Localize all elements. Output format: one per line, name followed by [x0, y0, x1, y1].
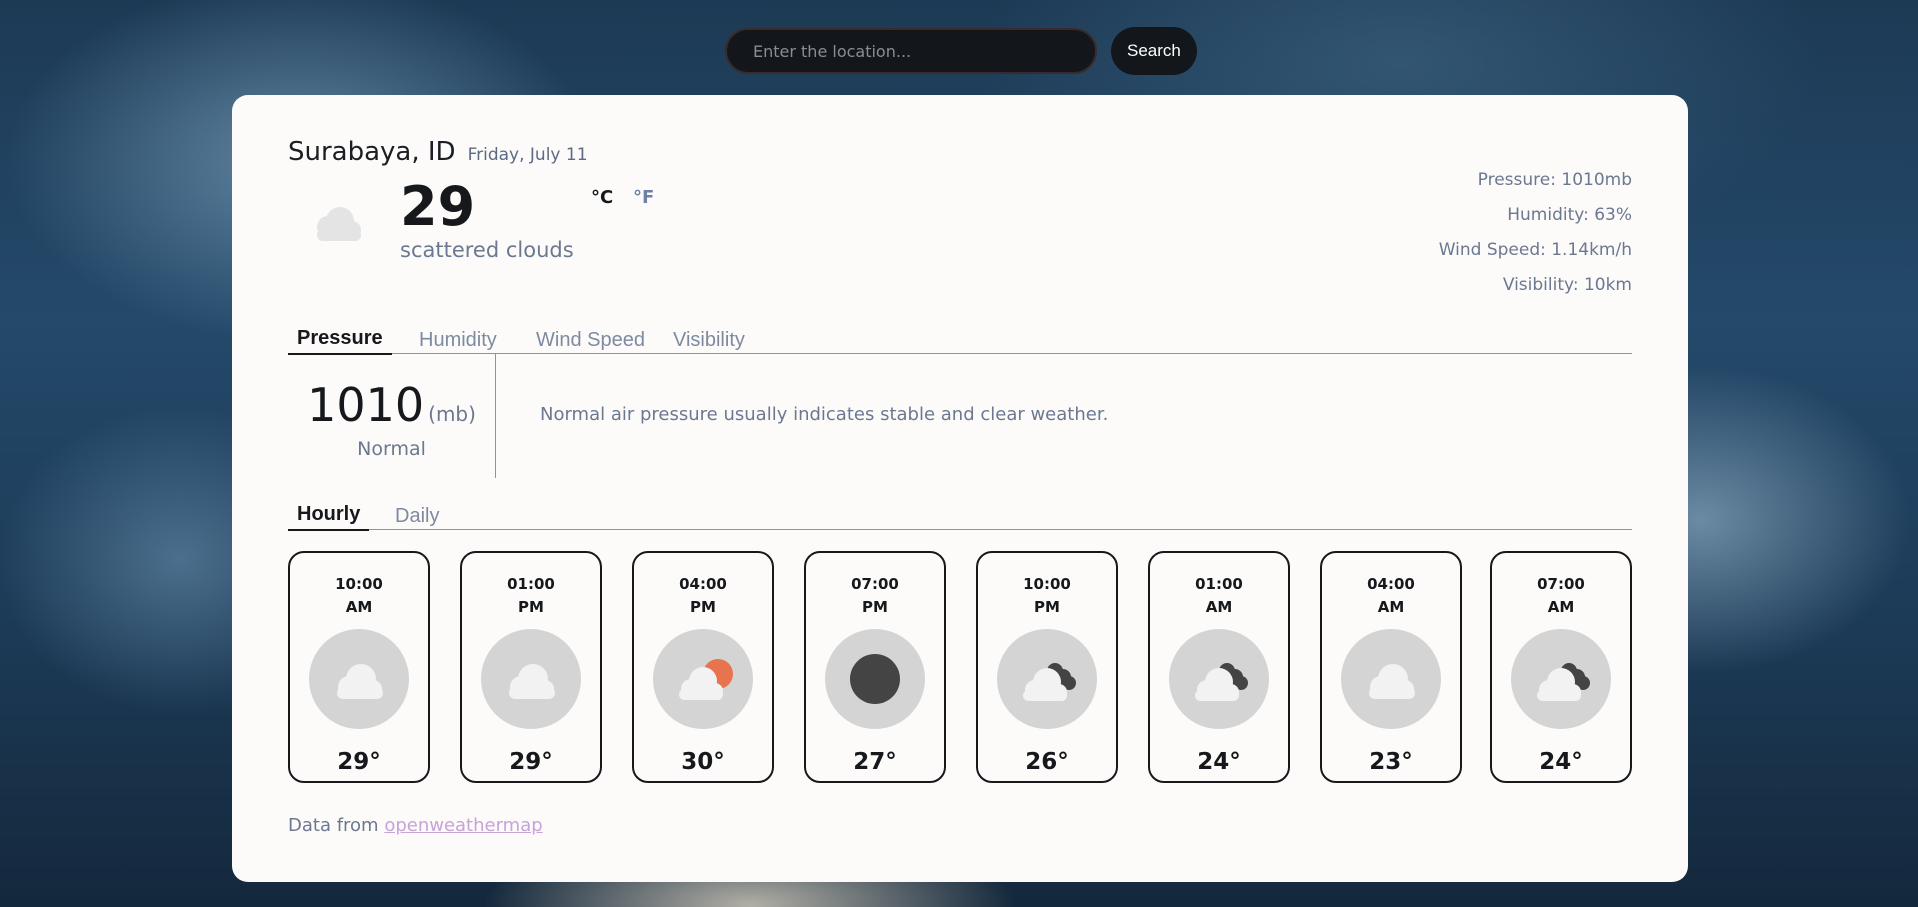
dark-cloud-icon [1511, 629, 1611, 729]
visibility-stat: Visibility: 10km [1502, 275, 1632, 295]
current-temperature: 29 [400, 175, 476, 238]
metric-value-row: 1010 (mb) [288, 378, 495, 432]
hour-time-value: 10:00 [335, 575, 383, 593]
hour-period: PM [1034, 598, 1060, 616]
weather-card: Surabaya, ID Friday, July 11 29 scattere… [232, 95, 1688, 882]
hour-time: 01:00 PM [462, 573, 600, 619]
hour-period: AM [345, 598, 373, 616]
hour-period: PM [862, 598, 888, 616]
hour-time: 07:00 AM [1492, 573, 1630, 619]
hour-time-value: 01:00 [1195, 575, 1243, 593]
metric-tabs: Pressure Humidity Wind Speed Visibility [288, 319, 1632, 355]
metric-detail-panel: 1010 (mb) Normal Normal air pressure usua… [288, 353, 1632, 478]
hour-period: AM [1377, 598, 1405, 616]
wind-speed-stat: Wind Speed: 1.14km/h [1438, 240, 1632, 260]
footer-prefix: Data from [288, 815, 385, 836]
hour-time: 04:00 PM [634, 573, 772, 619]
celsius-toggle[interactable]: °C [591, 187, 613, 208]
hourly-card[interactable]: 10:00 AM 29° [288, 551, 430, 783]
hour-period: AM [1547, 598, 1575, 616]
pressure-stat: Pressure: 1010mb [1477, 170, 1632, 190]
hourly-card[interactable]: 01:00 AM 24° [1148, 551, 1290, 783]
weather-description: scattered clouds [400, 238, 574, 262]
hourly-forecast: 10:00 AM 29° 01:00 PM 29° 04:00 PM 30° 0… [288, 551, 1632, 783]
hourly-card[interactable]: 07:00 PM 27° [804, 551, 946, 783]
hour-time-value: 04:00 [679, 575, 727, 593]
hourly-card[interactable]: 04:00 AM 23° [1320, 551, 1462, 783]
current-date: Friday, July 11 [467, 145, 588, 165]
hour-temperature: 26° [1025, 749, 1069, 775]
cloud-icon [481, 629, 581, 729]
hour-time-value: 07:00 [851, 575, 899, 593]
tab-pressure[interactable]: Pressure [288, 327, 392, 355]
tab-daily[interactable]: Daily [386, 505, 448, 531]
hourly-card[interactable]: 04:00 PM 30° [632, 551, 774, 783]
hour-temperature: 29° [509, 749, 553, 775]
hour-temperature: 23° [1369, 749, 1413, 775]
cloud-icon [306, 203, 368, 245]
tab-humidity[interactable]: Humidity [410, 329, 506, 355]
moon-icon [825, 629, 925, 729]
tab-wind-speed[interactable]: Wind Speed [527, 329, 654, 355]
weather-stats: Pressure: 1010mb Humidity: 63% Wind Spee… [1439, 163, 1632, 303]
dark-cloud-icon [1169, 629, 1269, 729]
hour-time: 10:00 AM [290, 573, 428, 619]
hour-temperature: 24° [1539, 749, 1583, 775]
metric-unit: (mb) [428, 402, 476, 426]
openweathermap-link[interactable]: openweathermap [384, 815, 542, 836]
search-input[interactable] [725, 28, 1097, 74]
metric-value: 1010 [307, 378, 425, 432]
hourly-card[interactable]: 07:00 AM 24° [1490, 551, 1632, 783]
hourly-card[interactable]: 10:00 PM 26° [976, 551, 1118, 783]
fahrenheit-toggle[interactable]: °F [633, 187, 654, 208]
hour-time: 01:00 AM [1150, 573, 1288, 619]
hour-time: 04:00 AM [1322, 573, 1460, 619]
hour-period: AM [1205, 598, 1233, 616]
hour-time-value: 10:00 [1023, 575, 1071, 593]
sun-cloud-icon [653, 629, 753, 729]
hour-period: PM [690, 598, 716, 616]
hour-time-value: 04:00 [1367, 575, 1415, 593]
hour-temperature: 30° [681, 749, 725, 775]
tab-hourly[interactable]: Hourly [288, 503, 370, 531]
metric-summary: 1010 (mb) Normal [288, 353, 496, 478]
hour-time-value: 01:00 [507, 575, 555, 593]
location-header: Surabaya, ID Friday, July 11 [288, 137, 588, 167]
metric-description: Normal air pressure usually indicates st… [540, 404, 1109, 425]
metric-status: Normal [357, 438, 426, 460]
hour-temperature: 27° [853, 749, 897, 775]
hour-temperature: 24° [1197, 749, 1241, 775]
city-name: Surabaya, ID [288, 137, 456, 167]
forecast-tabs: Hourly Daily [288, 502, 1632, 531]
cloud-icon [1341, 629, 1441, 729]
hour-time-value: 07:00 [1537, 575, 1585, 593]
hour-time: 10:00 PM [978, 573, 1116, 619]
search-bar: Search [725, 27, 1197, 75]
hour-period: PM [518, 598, 544, 616]
cloud-icon [309, 629, 409, 729]
humidity-stat: Humidity: 63% [1507, 205, 1632, 225]
search-button[interactable]: Search [1111, 27, 1197, 75]
hour-temperature: 29° [337, 749, 381, 775]
data-source-footer: Data from openweathermap [288, 815, 543, 836]
hourly-card[interactable]: 01:00 PM 29° [460, 551, 602, 783]
tab-visibility[interactable]: Visibility [664, 329, 754, 355]
hour-time: 07:00 PM [806, 573, 944, 619]
dark-cloud-icon [997, 629, 1097, 729]
